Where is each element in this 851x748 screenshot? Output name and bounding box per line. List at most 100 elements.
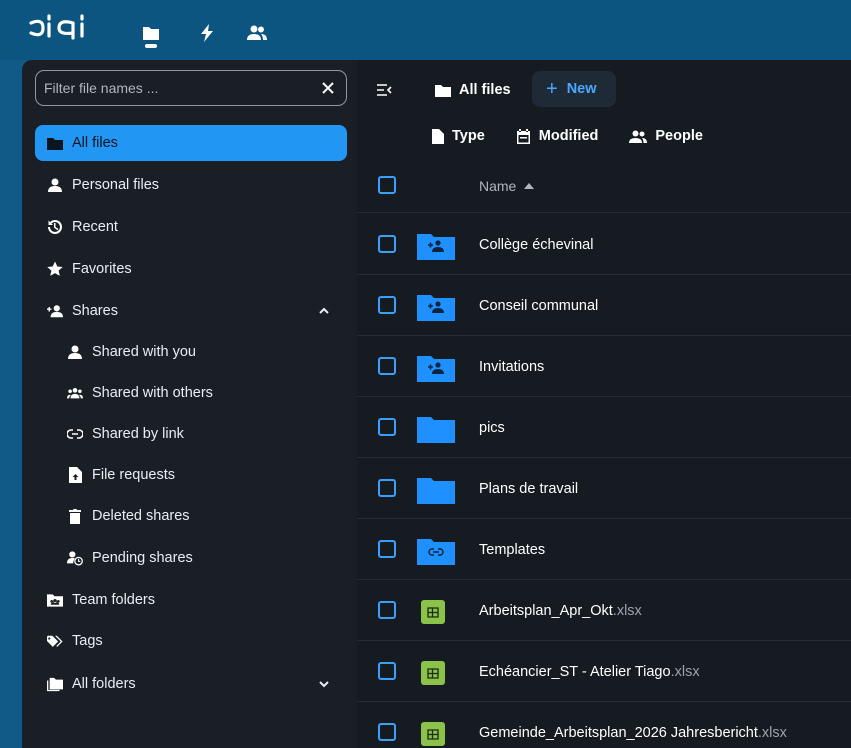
table-row[interactable]: Templates (357, 519, 851, 580)
sidebar-item-tags[interactable]: Tags (35, 623, 347, 659)
sidebar-item-all-folders[interactable]: All folders (35, 666, 347, 702)
table-row[interactable]: Collège échevinal (357, 214, 851, 275)
sidebar-item-label: All folders (72, 676, 136, 692)
table-row[interactable]: Echéancier_ST - Atelier Tiago.xlsx (357, 641, 851, 702)
file-name: Collège échevinal (479, 237, 593, 253)
table-row[interactable]: Conseil communal (357, 275, 851, 336)
filter-box (35, 70, 347, 106)
file-name: Invitations (479, 359, 544, 375)
file-name-base: Invitations (479, 359, 545, 375)
file-name-base: Plans de travail (479, 481, 579, 497)
breadcrumb-label: All files (459, 82, 511, 98)
folder-icon (417, 478, 455, 504)
sidebar-item-pending-shares[interactable]: Pending shares (35, 540, 347, 576)
sidebar-item-label: Deleted shares (92, 508, 190, 524)
sidebar-item-deleted-shares[interactable]: Deleted shares (35, 498, 347, 534)
people-filter[interactable]: People (629, 128, 703, 144)
file-extension: .xlsx (612, 603, 642, 619)
file-name-base: Echéancier_ST - Atelier Tiago (479, 664, 671, 680)
file-name-base: pics (479, 420, 505, 436)
sidebar-item-label: Shared with others (92, 385, 213, 401)
clear-icon[interactable] (319, 79, 337, 97)
shared-folder-icon (417, 234, 455, 260)
contacts-icon[interactable] (246, 22, 268, 44)
table-row[interactable]: Gemeinde_Arbeitsplan_2026 Jahresbericht.… (357, 702, 851, 748)
sidebar-item-personal-files[interactable]: Personal files (35, 167, 347, 203)
table-row[interactable]: Arbeitsplan_Apr_Okt.xlsx (357, 580, 851, 641)
folders-icon (47, 676, 63, 692)
row-checkbox[interactable] (378, 235, 396, 253)
file-name: Arbeitsplan_Apr_Okt.xlsx (479, 603, 642, 619)
table-row[interactable]: Invitations (357, 336, 851, 397)
sidebar-item-label: Tags (72, 633, 103, 649)
file-name: Echéancier_ST - Atelier Tiago.xlsx (479, 664, 700, 680)
table-row[interactable]: Plans de travail (357, 458, 851, 519)
logo[interactable] (29, 14, 95, 40)
sidebar-item-label: Recent (72, 219, 118, 235)
sidebar-item-shares[interactable]: Shares (35, 293, 347, 329)
sidebar-item-all-files[interactable]: All files (35, 125, 347, 161)
active-app-indicator (145, 44, 157, 48)
row-checkbox[interactable] (378, 479, 396, 497)
spreadsheet-icon (421, 600, 445, 624)
sidebar-item-label: All files (72, 135, 118, 151)
files-icon[interactable] (140, 22, 162, 44)
modified-filter-label: Modified (538, 128, 599, 144)
filter-input[interactable] (36, 80, 306, 96)
row-checkbox[interactable] (378, 296, 396, 314)
shared-folder-icon (417, 295, 455, 321)
select-all-checkbox[interactable] (378, 176, 396, 194)
file-list-panel: All files + New Type Modified People Nam… (357, 60, 851, 748)
file-name-base: Gemeinde_Arbeitsplan_2026 Jahresbericht (479, 725, 758, 741)
row-checkbox[interactable] (378, 418, 396, 436)
name-column-header[interactable]: Name (479, 178, 535, 194)
sidebar: All files Personal files Recent Favorite… (22, 60, 357, 748)
sidebar-item-label: File requests (92, 467, 176, 483)
row-checkbox[interactable] (378, 662, 396, 680)
file-name: Templates (479, 542, 545, 558)
plus-icon: + (546, 78, 558, 100)
row-checkbox[interactable] (378, 723, 396, 741)
row-checkbox[interactable] (378, 357, 396, 375)
sidebar-item-team-folders[interactable]: Team folders (35, 582, 347, 618)
sidebar-item-favorites[interactable]: Favorites (35, 251, 347, 287)
file-extension: .xlsx (757, 725, 787, 741)
new-button-label: New (566, 81, 597, 97)
activity-icon[interactable] (196, 22, 218, 44)
link-folder-icon (417, 539, 455, 565)
filter-chips: Type Modified People (432, 125, 734, 147)
new-button[interactable]: + New (532, 71, 616, 107)
row-checkbox[interactable] (378, 601, 396, 619)
top-bar (0, 0, 851, 60)
sidebar-item-label: Pending shares (92, 550, 193, 566)
spreadsheet-icon (421, 722, 445, 746)
breadcrumb[interactable]: All files (435, 77, 511, 103)
star-icon (47, 261, 63, 277)
file-name: Plans de travail (479, 481, 578, 497)
history-icon (47, 219, 63, 235)
toggle-sidebar-icon[interactable] (375, 82, 393, 98)
trash-icon (67, 508, 83, 524)
people-filter-label: People (655, 128, 703, 144)
chevron-up-icon[interactable] (317, 304, 331, 318)
sidebar-item-shared-with-others[interactable]: Shared with others (35, 375, 347, 411)
file-name-base: Collège échevinal (479, 237, 594, 253)
table-row[interactable]: pics (357, 397, 851, 458)
calendar-icon (516, 128, 530, 144)
link-icon (67, 426, 83, 442)
sidebar-item-recent[interactable]: Recent (35, 209, 347, 245)
list-header: Name (357, 160, 851, 213)
sidebar-item-shared-with-you[interactable]: Shared with you (35, 334, 347, 370)
modified-filter[interactable]: Modified (516, 128, 599, 144)
sidebar-item-label: Team folders (72, 592, 156, 608)
folder-icon (435, 84, 451, 97)
row-checkbox[interactable] (378, 540, 396, 558)
people-icon (629, 130, 648, 143)
sidebar-item-file-requests[interactable]: File requests (35, 457, 347, 493)
type-filter[interactable]: Type (432, 128, 485, 144)
sidebar-item-shared-by-link[interactable]: Shared by link (35, 416, 347, 452)
file-name: Conseil communal (479, 298, 598, 314)
sidebar-item-label: Shared by link (92, 426, 184, 442)
chevron-down-icon[interactable] (317, 677, 331, 691)
team-folder-icon (47, 592, 63, 608)
